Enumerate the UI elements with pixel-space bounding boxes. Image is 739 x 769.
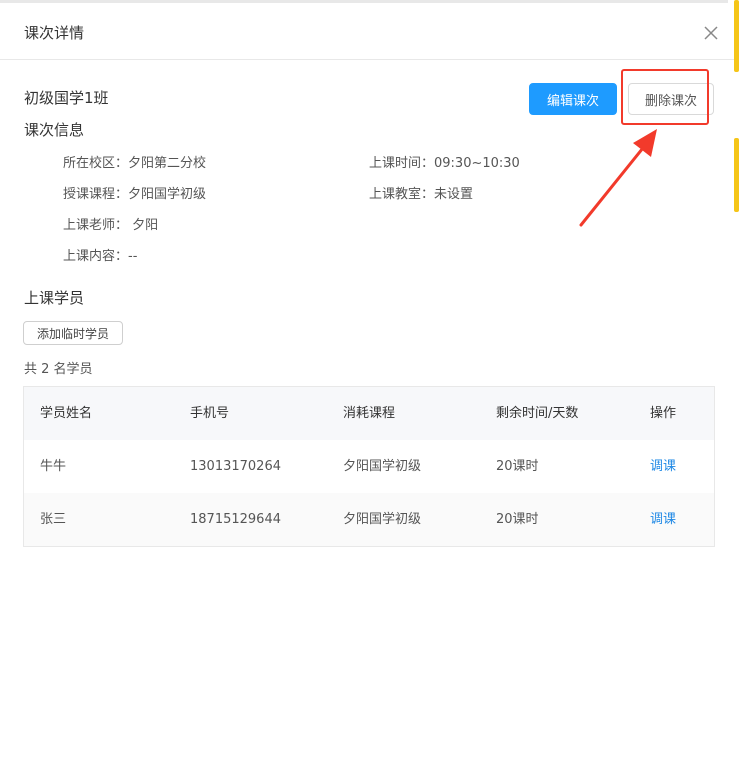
student-remaining: 20课时 (496, 512, 539, 527)
info-course: 授课课程：夕阳国学初级 (63, 187, 207, 202)
table-row: 张三 18715129644 夕阳国学初级 20课时 调课 (24, 493, 714, 546)
column-header: 剩余时间/天数 (496, 406, 579, 421)
column-header: 学员姓名 (40, 406, 93, 421)
background-panel-edge (734, 0, 739, 72)
info-campus: 所在校区：夕阳第二分校 (63, 156, 207, 171)
annotation-highlight-box (621, 69, 709, 125)
add-temp-student-button[interactable]: 添加临时学员 (23, 321, 123, 345)
info-time: 上课时间：09:30~10:30 (369, 156, 520, 171)
column-header: 消耗课程 (343, 406, 396, 421)
student-name: 张三 (40, 512, 67, 527)
table-header-row: 学员姓名 手机号 消耗课程 剩余时间/天数 操作 (24, 387, 714, 440)
info-teacher: 上课老师： 夕阳 (63, 218, 159, 233)
students-title: 上课学员 (24, 289, 85, 307)
student-phone: 18715129644 (190, 512, 281, 527)
student-course: 夕阳国学初级 (343, 512, 422, 527)
dialog-header: 课次详情 (0, 3, 734, 60)
reschedule-link[interactable]: 调课 (650, 493, 676, 546)
close-icon[interactable] (702, 24, 720, 42)
info-content: 上课内容：-- (63, 249, 138, 264)
dialog-title: 课次详情 (24, 24, 85, 42)
student-count: 共 2 名学员 (24, 362, 93, 377)
table-row: 牛牛 13013170264 夕阳国学初级 20课时 调课 (24, 440, 714, 493)
student-remaining: 20课时 (496, 459, 539, 474)
class-name: 初级国学1班 (24, 89, 109, 107)
student-name: 牛牛 (40, 459, 67, 474)
background-panel-edge (734, 138, 739, 212)
annotation-arrow-icon (579, 129, 657, 227)
student-course: 夕阳国学初级 (343, 459, 422, 474)
student-phone: 13013170264 (190, 459, 281, 474)
info-room: 上课教室：未设置 (369, 187, 474, 202)
lesson-info-title: 课次信息 (24, 121, 85, 139)
edit-lesson-button[interactable]: 编辑课次 (529, 83, 617, 115)
students-table: 学员姓名 手机号 消耗课程 剩余时间/天数 操作 牛牛 13013170264 … (23, 386, 715, 547)
reschedule-link[interactable]: 调课 (650, 440, 676, 493)
column-header: 手机号 (190, 406, 230, 421)
column-header: 操作 (650, 406, 677, 421)
